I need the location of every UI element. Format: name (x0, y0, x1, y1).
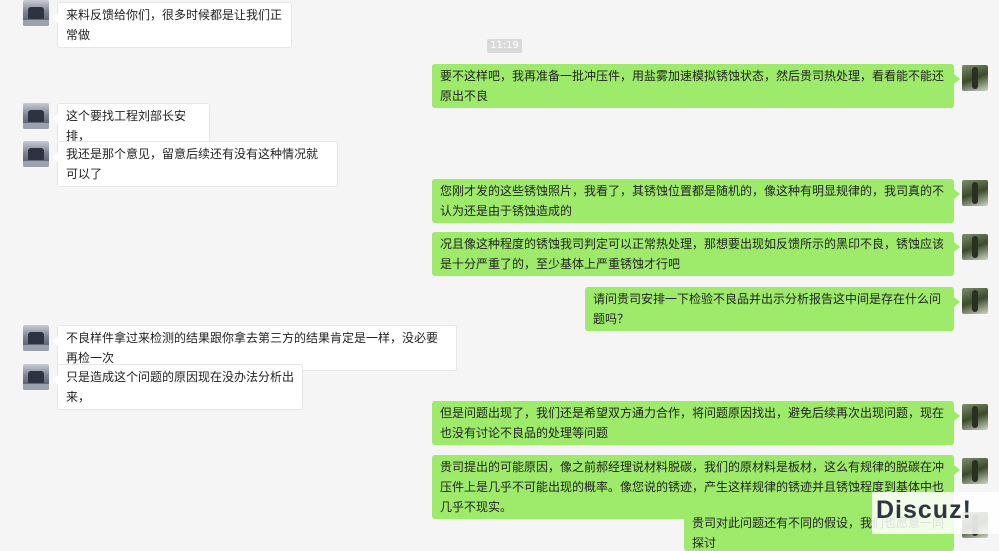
incoming-message: 只是造成这个问题的原因现在没办法分析出来， (52, 364, 303, 410)
outgoing-message: 要不这样吧，我再准备一批冲压件，用盐雾加速模拟锈蚀状态，然后贵司热处理，看看能不… (432, 64, 960, 108)
discuz-watermark: Discuz! (872, 492, 999, 534)
self-avatar[interactable] (962, 180, 988, 206)
outgoing-message: 您刚才发的这些锈蚀照片，我看了，其锈蚀位置都是随机的，像这种有明显规律的，我司真… (432, 179, 960, 223)
incoming-message: 我还是那个意见，留意后续还有没有这种情况就可以了 (52, 141, 338, 187)
self-avatar[interactable] (962, 234, 988, 260)
contact-avatar[interactable] (23, 141, 49, 167)
self-avatar[interactable] (962, 458, 988, 484)
contact-avatar[interactable] (23, 103, 49, 129)
self-avatar[interactable] (962, 65, 988, 91)
outgoing-message: 请问贵司安排一下检验不良品并出示分析报告这中间是存在什么问题吗？ (585, 287, 960, 331)
contact-avatar[interactable] (23, 325, 49, 351)
self-avatar[interactable] (962, 288, 988, 314)
self-avatar[interactable] (962, 404, 988, 430)
incoming-message: 来料反馈给你们，很多时候都是让我们正常做 (52, 2, 292, 48)
time-divider: 11:19 (487, 39, 522, 53)
watermark-text: Discuz! (876, 496, 972, 524)
outgoing-message: 况且像这种程度的锈蚀我司判定可以正常热处理，那想要出现如反馈所示的黑印不良，锈蚀… (432, 232, 960, 276)
outgoing-message: 但是问题出现了，我们还是希望双方通力合作，将问题原因找出，避免后续再次出现问题，… (432, 401, 960, 445)
contact-avatar[interactable] (23, 0, 49, 26)
contact-avatar[interactable] (23, 364, 49, 390)
